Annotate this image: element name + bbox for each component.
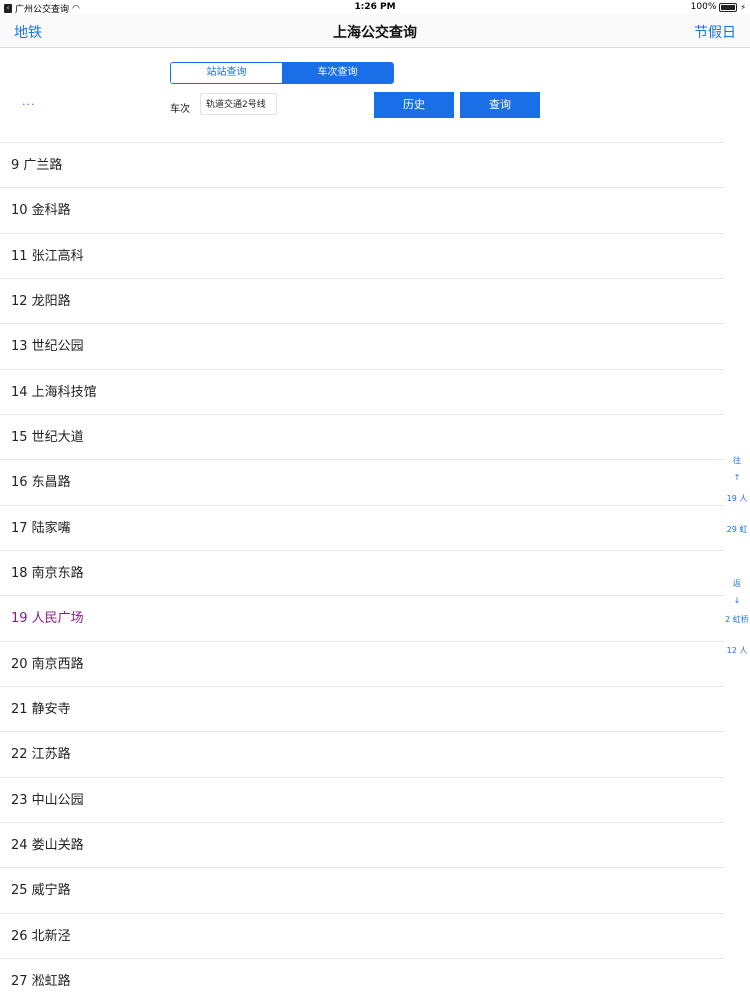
search-button[interactable]: 查询 [460, 92, 540, 118]
station-row[interactable]: 16 东昌路 [0, 460, 724, 506]
station-row[interactable]: 27 淞虹路 [0, 959, 724, 1000]
status-bar: ‹ 广州公交查询 ◠ 1:26 PM 100% ⚡ [0, 0, 750, 15]
station-row[interactable]: 18 南京东路 [0, 551, 724, 597]
query-mode-segmented: 站站查询 车次查询 [170, 62, 394, 84]
station-row[interactable]: 12 龙阳路 [0, 279, 724, 325]
history-button[interactable]: 历史 [374, 92, 454, 118]
status-right: 100% ⚡ [691, 2, 746, 12]
list-item-partial [0, 120, 724, 143]
station-row[interactable]: 22 江苏路 [0, 732, 724, 778]
tab-route-query[interactable]: 车次查询 [282, 63, 393, 83]
side-index-item[interactable]: 29 虹 [724, 524, 750, 535]
station-row[interactable]: 21 静安寺 [0, 687, 724, 733]
more-icon[interactable]: ··· [22, 98, 36, 111]
route-input[interactable]: 轨道交通2号线 [200, 93, 277, 115]
tab-station-query[interactable]: 站站查询 [171, 63, 282, 83]
station-row[interactable]: 13 世纪公园 [0, 324, 724, 370]
side-index-outbound[interactable]: 往 [724, 455, 750, 466]
status-time: 1:26 PM [354, 2, 396, 12]
side-index-item[interactable]: 2 虹桥 [724, 614, 750, 625]
station-row[interactable]: 10 金科路 [0, 188, 724, 234]
station-row[interactable]: 11 张江高科 [0, 234, 724, 279]
down-arrow-icon: ↓ [733, 596, 741, 605]
station-row[interactable]: 20 南京西路 [0, 642, 724, 687]
up-arrow-icon: ↑ [733, 473, 741, 482]
side-index-return[interactable]: 返 [724, 578, 750, 589]
station-row[interactable]: 26 北新泾 [0, 914, 724, 959]
route-field-label: 车次 [170, 104, 190, 115]
navigation-bar: 地铁 上海公交查询 节假日 [0, 14, 750, 48]
station-row[interactable]: 9 广兰路 [0, 143, 724, 189]
station-row[interactable]: 15 世纪大道 [0, 415, 724, 461]
side-index-item[interactable]: 19 人 [724, 493, 750, 504]
station-row[interactable]: 25 威宁路 [0, 868, 724, 914]
side-index-item[interactable]: 12 人 [724, 645, 750, 656]
station-row[interactable]: 14 上海科技馆 [0, 370, 724, 415]
station-row-current[interactable]: 19 人民广场 [0, 596, 724, 642]
battery-icon [719, 2, 738, 12]
charging-icon: ⚡ [740, 2, 746, 12]
holiday-button[interactable]: 节假日 [694, 22, 736, 42]
page-title: 上海公交查询 [333, 25, 417, 41]
query-panel: 站站查询 车次查询 ··· 车次 轨道交通2号线 历史 查询 [0, 48, 750, 120]
station-row[interactable]: 23 中山公园 [0, 778, 724, 823]
station-row[interactable]: 24 娄山关路 [0, 823, 724, 869]
battery-percent: 100% [690, 2, 717, 12]
station-row[interactable]: 17 陆家嘴 [0, 506, 724, 551]
station-list[interactable]: 9 广兰路 10 金科路 11 张江高科 12 龙阳路 13 世纪公园 14 上… [0, 120, 724, 1000]
